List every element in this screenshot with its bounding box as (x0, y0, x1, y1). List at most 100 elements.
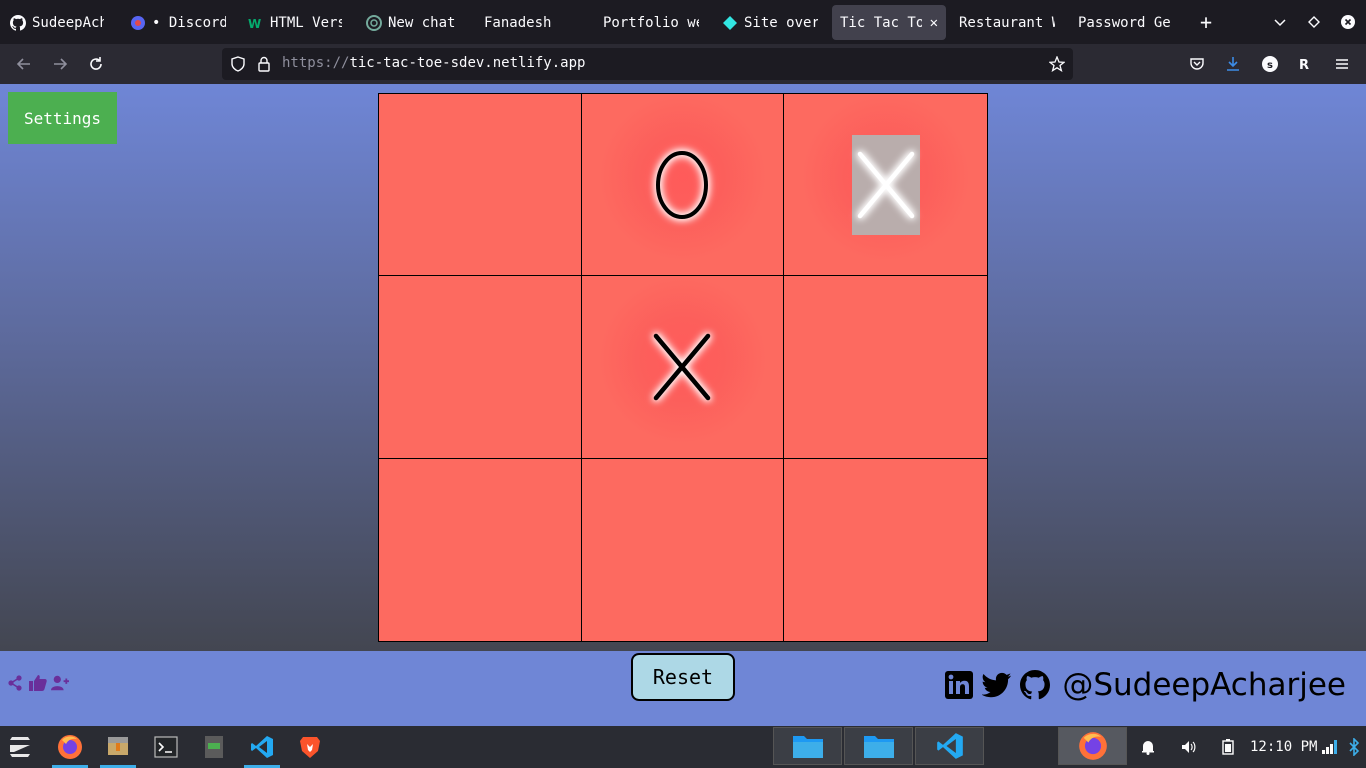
tab-label: Restaurant Website (959, 14, 1055, 31)
thumbs-up-icon[interactable] (29, 675, 47, 693)
diamond-icon (1308, 16, 1320, 28)
author-handle[interactable]: @SudeepAcharjee (1062, 667, 1346, 703)
account-button[interactable]: s (1258, 52, 1282, 76)
tab-label: Password Generator (1078, 14, 1172, 31)
board-cell[interactable] (379, 458, 582, 641)
tab-new-chat[interactable]: New chat (358, 5, 470, 40)
tab-discord[interactable]: • Discord (122, 5, 234, 40)
volume-button[interactable] (1178, 737, 1198, 757)
firefox-icon (58, 735, 82, 759)
taskbar-window-vscode[interactable] (915, 727, 984, 765)
taskbar: 12:10 PM (0, 726, 1366, 768)
settings-button[interactable]: Settings (8, 92, 117, 144)
new-tab-button[interactable]: + (1194, 10, 1218, 34)
bluetooth-button[interactable] (1344, 737, 1364, 757)
tab-label: SudeepAcharjee (32, 14, 104, 31)
downloads-button[interactable] (1221, 52, 1245, 76)
taskbar-window-files-1[interactable] (773, 727, 842, 765)
github-icon[interactable] (1020, 670, 1051, 700)
extension-button[interactable]: R (1294, 52, 1318, 76)
add-user-icon[interactable] (51, 675, 69, 693)
tab-portfolio[interactable]: Portfolio website (595, 5, 707, 40)
start-menu-button[interactable] (2, 730, 38, 764)
x-mark (650, 328, 714, 406)
chevron-down-icon (1274, 19, 1286, 27)
tab-github[interactable]: SudeepAcharjee (2, 5, 112, 40)
taskbar-window-firefox[interactable] (1058, 727, 1127, 765)
board-cell[interactable] (784, 459, 987, 641)
pocket-icon (1190, 58, 1204, 70)
battery-button[interactable] (1218, 737, 1238, 757)
tab-tic-tac-toe[interactable]: Tic Tac Toe ✕ (832, 5, 946, 40)
netlify-icon (722, 15, 738, 31)
tab-label: HTML Version (270, 14, 342, 31)
board-cell[interactable] (582, 458, 785, 641)
tab-html-version[interactable]: W HTML Version (240, 5, 350, 40)
tab-bar: SudeepAcharjee • Discord W HTML Version … (0, 0, 1366, 44)
list-tabs-button[interactable] (1268, 10, 1292, 34)
plus-icon: + (1199, 10, 1213, 34)
vscode-launcher[interactable] (244, 730, 280, 768)
tab-label: • Discord (152, 14, 226, 31)
download-icon (1227, 57, 1239, 71)
board-cell[interactable] (784, 94, 987, 277)
pocket-button[interactable] (1185, 52, 1209, 76)
tab-label: Tic Tac Toe (840, 14, 922, 31)
board-cell[interactable] (784, 276, 987, 459)
reload-button[interactable] (84, 52, 108, 76)
back-button[interactable] (12, 52, 36, 76)
folder-icon (792, 736, 823, 758)
tab-restaurant[interactable]: Restaurant Website (951, 5, 1063, 40)
twitter-icon[interactable] (982, 670, 1012, 700)
installer-launcher[interactable] (100, 730, 136, 768)
firefox-launcher[interactable] (52, 730, 88, 768)
game-board (378, 93, 988, 642)
x-mark (851, 134, 920, 235)
arrow-right-icon (54, 58, 68, 70)
tab-password-generator[interactable]: Password Generator (1070, 5, 1180, 40)
bookmark-star-icon[interactable] (1048, 55, 1066, 76)
reset-button[interactable]: Reset (631, 653, 735, 701)
svg-text:s: s (1267, 60, 1273, 71)
tab-site-overview[interactable]: Site overview (714, 5, 826, 40)
brave-icon (300, 737, 320, 758)
board-cell[interactable] (581, 276, 785, 459)
share-icon[interactable] (7, 675, 25, 693)
notes-launcher[interactable] (196, 730, 232, 764)
url-bar[interactable]: https://tic-tac-toe-sdev.netlify.app (222, 48, 1073, 80)
battery-icon (1222, 739, 1234, 755)
tab-label: Portfolio website (603, 14, 699, 31)
tab-label: Site overview (744, 14, 818, 31)
board-cell[interactable] (379, 276, 582, 459)
terminal-launcher[interactable] (148, 730, 184, 764)
minimize-button[interactable] (1302, 10, 1326, 34)
shield-icon[interactable] (230, 56, 246, 76)
menu-button[interactable] (1330, 52, 1354, 76)
o-mark (650, 146, 714, 224)
signal-bars-icon (1322, 740, 1337, 754)
tab-label: Fanadesh (484, 14, 552, 31)
chatgpt-icon (366, 14, 382, 31)
tab-fanadesh[interactable]: Fanadesh (476, 5, 588, 40)
extension-icon: R (1299, 58, 1309, 72)
clock[interactable]: 12:10 PM (1250, 739, 1317, 755)
lock-icon[interactable] (257, 56, 271, 76)
close-window-button[interactable] (1336, 10, 1360, 34)
firefox-icon (1078, 732, 1107, 760)
notifications-button[interactable] (1138, 737, 1158, 757)
game-area: Settings (0, 84, 1366, 651)
forward-button[interactable] (48, 52, 72, 76)
folder-icon (863, 736, 894, 758)
taskbar-window-files-2[interactable] (844, 727, 913, 765)
github-icon (10, 14, 26, 31)
vscode-icon (251, 736, 273, 758)
w3schools-icon: W (248, 15, 264, 31)
url-text[interactable]: https://tic-tac-toe-sdev.netlify.app (282, 55, 585, 71)
network-button[interactable] (1320, 737, 1340, 757)
bluetooth-icon (1349, 738, 1360, 756)
close-icon[interactable]: ✕ (930, 15, 938, 31)
brave-launcher[interactable] (292, 730, 328, 764)
linkedin-icon[interactable] (944, 670, 974, 700)
board-cell[interactable] (379, 94, 582, 277)
board-cell[interactable] (581, 94, 785, 277)
